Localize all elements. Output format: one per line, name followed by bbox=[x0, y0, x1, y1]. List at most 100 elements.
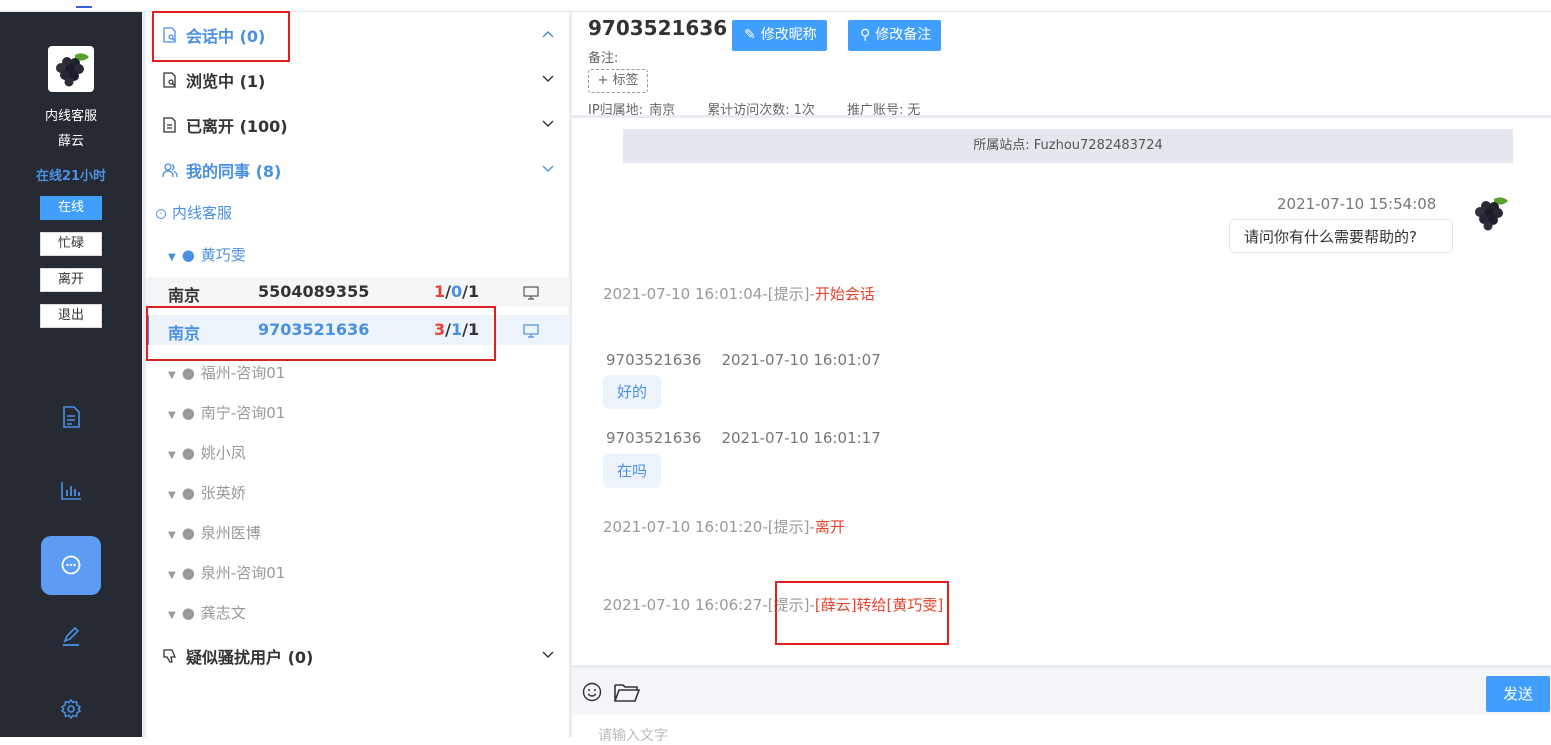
system-hint: 2021-07-10 16:01:20-[提示]-离开 bbox=[603, 518, 845, 536]
edit-nickname-button[interactable]: ✎ 修改昵称 bbox=[732, 20, 827, 51]
visitor-title: 9703521636 bbox=[588, 16, 728, 40]
status-dot-icon: ● bbox=[181, 246, 195, 264]
section-label: 已离开 bbox=[186, 117, 235, 136]
visits-value: 1次 bbox=[793, 103, 815, 118]
paperclip-icon: ⚲ bbox=[860, 27, 871, 43]
send-button[interactable]: 发送 bbox=[1486, 676, 1550, 712]
member-item[interactable]: ▼ ● 泉州-咨询01 bbox=[168, 562, 285, 592]
visitor-meta: IP归属地: 南京 累计访问次数: 1次 推广账号: 无 bbox=[588, 99, 920, 118]
member-item[interactable]: ▼ ● 南宁-咨询01 bbox=[168, 402, 285, 432]
edit-icon[interactable] bbox=[55, 620, 87, 652]
member-item[interactable]: ▼ ● 福州-咨询01 bbox=[168, 362, 285, 392]
status-dot-icon: ● bbox=[181, 404, 195, 422]
section-harassment[interactable]: 疑似骚扰用户 (0) bbox=[146, 636, 570, 676]
section-label: 我的同事 bbox=[186, 162, 251, 181]
message-meta: 9703521636 2021-07-10 16:01:07 bbox=[606, 351, 881, 369]
chevron-down-icon bbox=[542, 651, 554, 658]
bar-chart-icon[interactable] bbox=[55, 475, 87, 507]
document-icon[interactable] bbox=[55, 401, 87, 433]
site-bar: 所属站点: Fuzhou7282483724 bbox=[623, 129, 1513, 163]
collapse-circle-icon: - bbox=[156, 208, 166, 219]
chat-messages: 所属站点: Fuzhou7282483724 2021-07-10 15:54:… bbox=[572, 118, 1551, 665]
member-expanded[interactable]: ▼ ● 黄巧雯 bbox=[168, 244, 246, 274]
member-name: 龚志文 bbox=[200, 604, 246, 622]
folder-icon[interactable] bbox=[613, 681, 641, 703]
thumbs-down-icon bbox=[163, 649, 176, 663]
section-colleagues[interactable]: 我的同事 (8) bbox=[146, 150, 570, 190]
avatar[interactable] bbox=[48, 46, 94, 92]
caret-down-icon: ▼ bbox=[168, 570, 176, 581]
chat-icon[interactable] bbox=[55, 549, 87, 581]
document-icon bbox=[163, 117, 176, 133]
caret-down-icon: ▼ bbox=[168, 252, 176, 263]
member-name: 南宁-咨询01 bbox=[200, 404, 286, 422]
member-name: 泉州-咨询01 bbox=[200, 564, 286, 582]
chevron-down-icon bbox=[542, 120, 554, 127]
agent-role: 内线客服 bbox=[44, 109, 97, 124]
edit-icon: ✎ bbox=[744, 27, 756, 43]
chevron-down-icon bbox=[542, 165, 554, 172]
member-name: 张英娇 bbox=[200, 484, 246, 502]
member-item[interactable]: ▼ ● 姚小凤 bbox=[168, 442, 246, 472]
composer-toolbar: 发送 bbox=[572, 665, 1551, 715]
section-label: 浏览中 bbox=[186, 72, 235, 91]
status-dot-icon: ● bbox=[181, 444, 195, 462]
caret-down-icon: ▼ bbox=[168, 410, 176, 421]
caret-down-icon: ▼ bbox=[168, 450, 176, 461]
ip-value: 南京 bbox=[649, 103, 676, 118]
grape-avatar-icon bbox=[56, 53, 89, 87]
member-item[interactable]: ▼ ● 泉州医博 bbox=[168, 522, 261, 552]
caret-down-icon: ▼ bbox=[168, 610, 176, 621]
desktop-icon bbox=[523, 286, 539, 300]
chevron-up-icon bbox=[542, 31, 554, 38]
desktop-icon bbox=[523, 324, 539, 338]
edit-note-button[interactable]: ⚲ 修改备注 bbox=[848, 20, 942, 51]
status-busy-button[interactable]: 忙碌 bbox=[40, 232, 102, 256]
status-away-button[interactable]: 离开 bbox=[40, 268, 102, 292]
visitor-list-panel: 会话中 (0) 浏览中 (1) 已离开 (100) 我的同事 (8) - 内线客服… bbox=[142, 11, 572, 737]
outgoing-message: 请问你有什么需要帮助的? bbox=[1229, 219, 1453, 253]
logout-button[interactable]: 退出 bbox=[40, 304, 102, 328]
member-name: 姚小凤 bbox=[200, 444, 246, 462]
section-label: 疑似骚扰用户 bbox=[186, 648, 283, 667]
visitor-row[interactable]: 南京 5504089355 1/0/1 bbox=[146, 277, 570, 307]
group-name: 内线客服 bbox=[172, 204, 233, 222]
status-dot-icon: ● bbox=[181, 604, 195, 622]
button-label: 修改备注 bbox=[875, 27, 932, 43]
visitor-id: 5504089355 bbox=[258, 282, 370, 301]
section-count: (1) bbox=[239, 72, 266, 91]
message-meta: 9703521636 2021-07-10 16:01:17 bbox=[606, 429, 881, 447]
highlight-box-in-session bbox=[152, 11, 290, 62]
chat-panel: 9703521636 ✎ 修改昵称 ⚲ 修改备注 备注: + 标签 IP归属地: 南京… bbox=[572, 12, 1551, 744]
incoming-message: 在吗 bbox=[603, 454, 662, 488]
status-dot-icon: ● bbox=[181, 564, 195, 582]
add-tag-button[interactable]: + 标签 bbox=[588, 69, 648, 93]
status-dot-icon: ● bbox=[181, 524, 195, 542]
emoji-icon[interactable] bbox=[582, 682, 602, 702]
button-label: 修改昵称 bbox=[760, 27, 817, 43]
highlight-box-selected-visitor bbox=[146, 306, 496, 361]
users-icon bbox=[162, 163, 178, 178]
system-hint: 2021-07-10 16:01:04-[提示]-开始会话 bbox=[603, 285, 875, 303]
highlight-box-transfer bbox=[775, 581, 949, 645]
document-search-icon bbox=[163, 72, 176, 88]
incoming-message: 好的 bbox=[603, 375, 662, 409]
visitor-header: 9703521636 ✎ 修改昵称 ⚲ 修改备注 备注: + 标签 IP归属地: 南京… bbox=[572, 12, 1551, 118]
online-time: 在线21小时 bbox=[35, 169, 107, 184]
caret-down-icon: ▼ bbox=[168, 530, 176, 541]
member-item[interactable]: ▼ ● 龚志文 bbox=[168, 602, 246, 632]
left-sidebar: 内线客服 薛云 在线21小时 在线 忙碌 离开 退出 bbox=[0, 12, 142, 737]
input-placeholder: 请输入文字 bbox=[598, 728, 668, 744]
section-left[interactable]: 已离开 (100) bbox=[146, 105, 570, 145]
member-name: 福州-咨询01 bbox=[200, 364, 286, 382]
status-online-button[interactable]: 在线 bbox=[40, 196, 102, 220]
group-internal-service[interactable]: - 内线客服 bbox=[156, 202, 232, 232]
section-browsing[interactable]: 浏览中 (1) bbox=[146, 60, 570, 100]
member-item[interactable]: ▼ ● 张英娇 bbox=[168, 482, 246, 512]
message-input[interactable]: 请输入文字 bbox=[572, 715, 1551, 744]
visitor-counts: 1/0/1 bbox=[434, 282, 480, 301]
settings-icon[interactable] bbox=[55, 693, 87, 725]
note-label: 备注: bbox=[588, 51, 619, 66]
promo-value: 无 bbox=[907, 103, 921, 118]
status-dot-icon: ● bbox=[181, 484, 195, 502]
